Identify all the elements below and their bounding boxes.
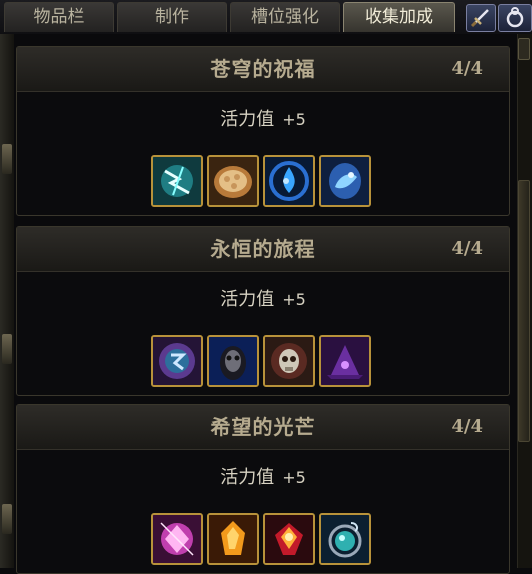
left-frame <box>0 34 14 568</box>
set-title: 永恒的旅程 <box>210 237 316 261</box>
set-title: 苍穹的祝福 <box>210 57 316 81</box>
set-header: 永恒的旅程 4/4 <box>17 227 509 272</box>
frame-ornament <box>2 504 12 534</box>
set-title: 希望的光芒 <box>210 415 316 439</box>
water-drop-icon[interactable] <box>263 155 315 207</box>
sword-button[interactable] <box>466 4 496 32</box>
item-icons <box>151 513 379 565</box>
collection-set: 永恒的旅程 4/4 活力值 +5 <box>16 226 510 396</box>
wizard-hat-icon[interactable] <box>319 335 371 387</box>
frame-ornament <box>2 144 12 174</box>
bonus-value: +5 <box>282 468 306 487</box>
pink-gem-icon[interactable] <box>151 513 203 565</box>
set-header: 苍穹的祝福 4/4 <box>17 47 509 92</box>
bonus-label: 活力值 <box>220 109 275 130</box>
collection-set: 希望的光芒 4/4 活力值 +5 <box>16 404 510 574</box>
set-bonus: 活力值 +5 <box>17 105 509 131</box>
ring-icon <box>506 7 524 28</box>
sword-icon <box>470 9 489 28</box>
set-progress: 4/4 <box>451 238 483 259</box>
lightning-icon[interactable] <box>151 155 203 207</box>
amber-crystal-icon[interactable] <box>207 513 259 565</box>
set-progress: 4/4 <box>451 58 483 79</box>
bonus-label: 活力值 <box>220 289 275 310</box>
collection-set: 苍穹的祝福 4/4 活力值 +5 <box>16 46 510 216</box>
blue-crystal-icon[interactable] <box>319 155 371 207</box>
tab-crafting[interactable]: 制作 <box>117 2 227 32</box>
tab-inventory[interactable]: 物品栏 <box>4 2 114 32</box>
scroll-up-button[interactable] <box>518 38 530 60</box>
set-header: 希望的光芒 4/4 <box>17 405 509 450</box>
tab-collection-bonus[interactable]: 收集加成 <box>343 2 455 32</box>
rune-orb-icon[interactable] <box>151 335 203 387</box>
bread-icon[interactable] <box>207 155 259 207</box>
teal-amulet-icon[interactable] <box>319 513 371 565</box>
set-bonus: 活力值 +5 <box>17 285 509 311</box>
set-progress: 4/4 <box>451 416 483 437</box>
item-icons <box>151 155 379 207</box>
ruby-gem-icon[interactable] <box>263 513 315 565</box>
bonus-value: +5 <box>282 290 306 309</box>
bonus-label: 活力值 <box>220 467 275 488</box>
set-bonus: 活力值 +5 <box>17 463 509 489</box>
dark-mask-icon[interactable] <box>207 335 259 387</box>
scroll-thumb[interactable] <box>518 180 530 442</box>
tab-slot-enhance[interactable]: 槽位强化 <box>230 2 340 32</box>
tab-bar: 物品栏 制作 槽位强化 收集加成 <box>0 0 532 34</box>
ring-button[interactable] <box>498 4 532 32</box>
bonus-value: +5 <box>282 110 306 129</box>
item-icons <box>151 335 379 387</box>
skull-icon[interactable] <box>263 335 315 387</box>
frame-ornament <box>2 334 12 364</box>
